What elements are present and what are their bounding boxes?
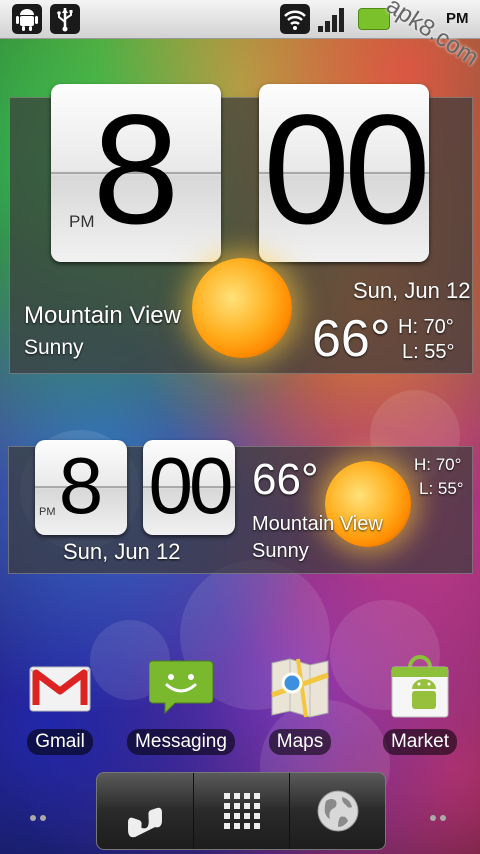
clock-suffix: PM xyxy=(446,10,469,27)
maps-icon xyxy=(268,655,332,719)
signal-icon xyxy=(318,6,348,32)
app-maps[interactable]: Maps xyxy=(245,655,355,755)
high-temperature: H: 70° xyxy=(414,455,462,474)
high-temperature: H: 70° xyxy=(398,316,454,338)
app-label: Messaging xyxy=(127,729,235,755)
app-label: Maps xyxy=(268,729,332,755)
date-label: Sun, Jun 12 xyxy=(353,278,471,303)
browser-button[interactable] xyxy=(289,773,386,849)
page-indicator-left[interactable] xyxy=(30,806,50,825)
app-drawer-icon xyxy=(224,793,260,829)
hour-flip-card: 8 PM xyxy=(35,440,127,535)
low-temperature: L: 55° xyxy=(419,479,464,498)
gmail-icon xyxy=(28,655,92,719)
app-messaging[interactable]: Messaging xyxy=(126,655,236,755)
current-temperature: 66° xyxy=(252,455,319,504)
ampm-label: PM xyxy=(69,212,95,231)
app-drawer-button[interactable] xyxy=(193,773,290,849)
clock-weather-widget-large[interactable]: 8 PM 00 Mountain View Sunny Sun, Jun 12 … xyxy=(9,84,473,374)
phone-icon xyxy=(128,807,162,838)
minutes-flip-card: 00 xyxy=(143,440,235,535)
sun-icon xyxy=(192,258,292,358)
phone-button[interactable] xyxy=(97,773,193,849)
date-label: Sun, Jun 12 xyxy=(63,539,181,564)
hour-flip-card: 8 PM xyxy=(51,84,221,262)
app-label: Market xyxy=(382,729,458,755)
ampm-label: PM xyxy=(39,506,56,518)
browser-icon xyxy=(317,790,359,832)
low-temperature: L: 55° xyxy=(402,341,455,363)
city-name: Mountain View xyxy=(252,513,383,535)
app-gmail[interactable]: Gmail xyxy=(5,655,115,755)
status-bar[interactable]: apk8.com PM xyxy=(0,0,480,71)
clock-weather-widget-small[interactable]: 8 PM 00 Sun, Jun 12 66° Mountain View Su… xyxy=(8,440,473,574)
android-debug-icon xyxy=(12,4,42,34)
wifi-icon xyxy=(280,4,310,34)
weather-condition: Sunny xyxy=(24,336,84,359)
messaging-icon xyxy=(148,655,214,719)
page-indicator-right[interactable] xyxy=(430,806,450,825)
minutes-flip-card: 00 xyxy=(259,83,431,262)
minutes-digit: 00 xyxy=(263,83,431,257)
city-name: Mountain View xyxy=(24,302,181,329)
market-icon xyxy=(388,655,452,719)
app-market[interactable]: Market xyxy=(365,655,475,755)
weather-condition: Sunny xyxy=(252,540,309,562)
usb-icon xyxy=(50,4,80,34)
current-temperature: 66° xyxy=(312,310,391,368)
app-label: Gmail xyxy=(27,729,93,755)
dock xyxy=(96,772,386,850)
